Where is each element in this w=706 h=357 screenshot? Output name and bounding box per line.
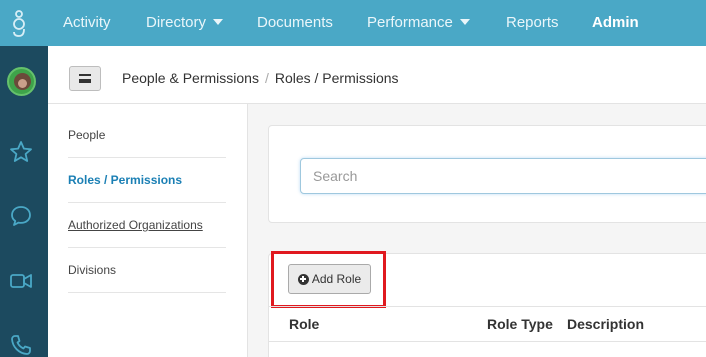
sidemenu-item-label: Divisions xyxy=(68,263,117,277)
video-camera-icon[interactable] xyxy=(9,269,33,293)
roles-list-card: Add Role Role Role Type Description xyxy=(268,251,706,357)
sidemenu-item-label: Roles / Permissions xyxy=(68,173,183,187)
star-icon[interactable] xyxy=(9,140,33,164)
column-header-role-type[interactable]: Role Type xyxy=(487,307,553,341)
breadcrumb-separator: / xyxy=(264,70,269,86)
breadcrumb: People & Permissions / Roles / Permissions xyxy=(122,70,399,86)
add-role-label: Add Role xyxy=(311,272,362,286)
caret-down-icon xyxy=(459,19,470,26)
search-input[interactable] xyxy=(300,158,706,194)
plus-circle-icon xyxy=(297,273,309,285)
sidemenu-item-divisions[interactable]: Divisions xyxy=(68,248,226,293)
nav-admin[interactable]: Admin xyxy=(592,0,639,46)
avatar[interactable] xyxy=(7,67,36,96)
roles-table-header: Role Role Type Description xyxy=(269,306,706,342)
nav-documents[interactable]: Documents xyxy=(257,0,333,46)
icon-rail xyxy=(0,46,48,357)
hamburger-menu-button[interactable] xyxy=(69,66,101,91)
nav-directory-label: Directory xyxy=(146,14,207,31)
caret-down-icon xyxy=(213,19,224,26)
page-header: People & Permissions / Roles / Permissions xyxy=(48,46,706,104)
breadcrumb-people-permissions[interactable]: People & Permissions xyxy=(122,70,259,86)
breadcrumb-roles-permissions: Roles / Permissions xyxy=(274,70,399,86)
column-header-role[interactable]: Role xyxy=(289,307,319,341)
nav-reports-label: Reports xyxy=(506,14,559,31)
nav-documents-label: Documents xyxy=(257,14,333,31)
search-card xyxy=(268,125,706,223)
main-content: Add Role Role Role Type Description xyxy=(248,104,706,357)
nav-directory[interactable]: Directory xyxy=(146,0,224,46)
add-role-button[interactable]: Add Role xyxy=(288,264,371,294)
nav-activity[interactable]: Activity xyxy=(63,0,111,46)
admin-sidemenu: People Roles / Permissions Authorized Or… xyxy=(48,104,248,357)
sidemenu-item-people[interactable]: People xyxy=(68,113,226,158)
nav-admin-label: Admin xyxy=(592,14,639,31)
column-header-description[interactable]: Description xyxy=(567,307,644,341)
nav-performance-label: Performance xyxy=(367,14,453,31)
nav-reports[interactable]: Reports xyxy=(506,0,559,46)
nav-performance[interactable]: Performance xyxy=(367,0,470,46)
sidemenu-item-authorized-organizations[interactable]: Authorized Organizations xyxy=(68,203,226,248)
hamburger-menu-icon xyxy=(79,74,91,83)
sidemenu-item-label: Authorized Organizations xyxy=(68,218,203,232)
chat-bubble-icon[interactable] xyxy=(9,204,33,228)
sidemenu-item-label: People xyxy=(68,128,106,142)
phone-icon[interactable] xyxy=(9,333,33,357)
nav-activity-label: Activity xyxy=(63,14,111,31)
top-navigation: Activity Directory Documents Performance… xyxy=(0,0,706,46)
sidemenu-item-roles-permissions[interactable]: Roles / Permissions xyxy=(68,158,226,203)
gongshow-logo-icon[interactable] xyxy=(8,10,30,38)
